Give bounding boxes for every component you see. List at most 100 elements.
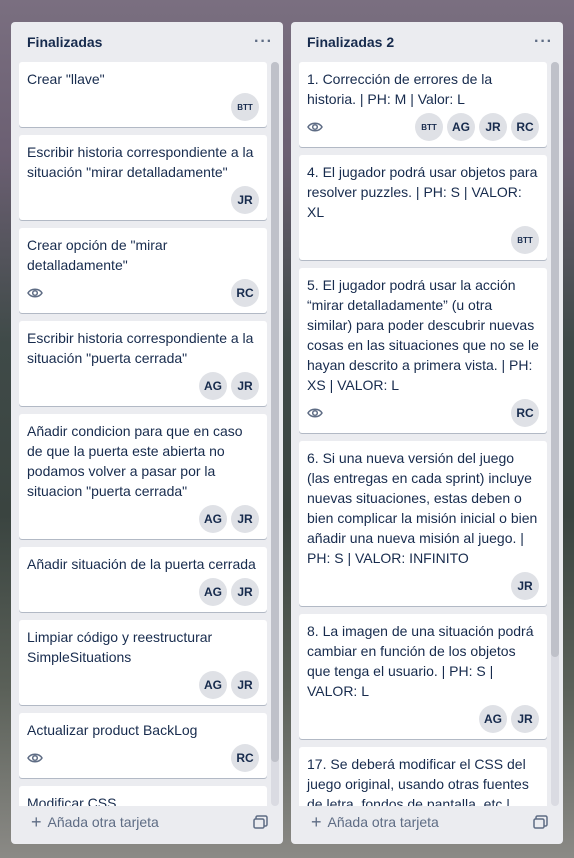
member-avatar[interactable]: AG xyxy=(447,113,475,141)
member-avatar[interactable]: AG xyxy=(479,705,507,733)
card-badges: AG JR xyxy=(307,705,539,733)
member-avatar[interactable]: JR xyxy=(479,113,507,141)
card-title: Añadir condicion para que en caso de que… xyxy=(27,423,243,499)
member-list: AG JR xyxy=(199,372,259,400)
member-avatar[interactable]: AG xyxy=(199,505,227,533)
eye-icon xyxy=(307,122,323,132)
board: Finalizadas ··· Crear "llave" BTT Escribir… xyxy=(0,0,574,858)
card[interactable]: Crear opción de "mirar detalladamente" RC xyxy=(19,228,267,313)
list-title[interactable]: Finalizadas xyxy=(27,34,102,50)
member-avatar[interactable]: BTT xyxy=(415,113,443,141)
member-avatar[interactable]: JR xyxy=(231,578,259,606)
list-menu-icon[interactable]: ··· xyxy=(254,33,273,51)
card[interactable]: Modificar CSS xyxy=(19,786,267,806)
list-header: Finalizadas 2 ··· xyxy=(291,22,563,62)
add-card-button[interactable]: + Añada otra tarjeta xyxy=(311,813,439,831)
member-avatar[interactable]: RC xyxy=(231,744,259,772)
member-list: RC xyxy=(231,744,259,772)
card-title: Limpiar código y reestructurar SimpleSit… xyxy=(27,629,213,665)
list-finalizadas: Finalizadas ··· Crear "llave" BTT Escribir… xyxy=(11,22,283,844)
member-list: BTT xyxy=(511,226,539,254)
card-badges: AG JR xyxy=(27,505,259,533)
card-title: 5. El jugador podrá usar la acción “mira… xyxy=(307,277,539,393)
card-badges: AG JR xyxy=(27,671,259,699)
member-avatar[interactable]: JR xyxy=(231,505,259,533)
card[interactable]: Crear "llave" BTT xyxy=(19,62,267,127)
card-container: Crear "llave" BTT Escribir historia corres… xyxy=(19,62,267,806)
card[interactable]: 1. Corrección de errores de la historia.… xyxy=(299,62,547,147)
card-title: Crear "llave" xyxy=(27,71,105,87)
list-finalizadas-2: Finalizadas 2 ··· 1. Corrección de error… xyxy=(291,22,563,844)
member-avatar[interactable]: AG xyxy=(199,671,227,699)
member-avatar[interactable]: AG xyxy=(199,578,227,606)
card[interactable]: 8. La imagen de una situación podrá camb… xyxy=(299,614,547,739)
card-title: Añadir situación de la puerta cerrada xyxy=(27,556,256,572)
card-title: 6. Si una nueva versión del juego (las e… xyxy=(307,450,538,566)
card-title: 8. La imagen de una situación podrá camb… xyxy=(307,623,534,699)
add-card-label: Añada otra tarjeta xyxy=(327,814,439,830)
card[interactable]: Escribir historia correspondiente a la s… xyxy=(19,321,267,406)
card[interactable]: Añadir situación de la puerta cerrada AG J… xyxy=(19,547,267,612)
card[interactable]: 5. El jugador podrá usar la acción “mira… xyxy=(299,268,547,433)
badge-row xyxy=(307,405,323,421)
card-title: Crear opción de "mirar detalladamente" xyxy=(27,237,168,273)
card-title: 4. El jugador podrá usar objetos para re… xyxy=(307,164,538,220)
add-card-button[interactable]: + Añada otra tarjeta xyxy=(31,813,159,831)
card[interactable]: Escribir historia correspondiente a la s… xyxy=(19,135,267,220)
card[interactable]: 17. Se deberá modificar el CSS del juego… xyxy=(299,747,547,806)
member-avatar[interactable]: JR xyxy=(231,372,259,400)
member-list: AG JR xyxy=(479,705,539,733)
list-title[interactable]: Finalizadas 2 xyxy=(307,34,394,50)
member-list: BTT xyxy=(231,93,259,121)
scroll-thumb[interactable] xyxy=(551,62,559,657)
card-title: 17. Se deberá modificar el CSS del juego… xyxy=(307,756,529,806)
card-title: Modificar CSS xyxy=(27,795,117,806)
list-menu-icon[interactable]: ··· xyxy=(534,33,553,51)
add-card-label: Añada otra tarjeta xyxy=(47,814,159,830)
card-container: 1. Corrección de errores de la historia.… xyxy=(299,62,547,806)
card-badges: RC xyxy=(307,399,539,427)
card-badges: RC xyxy=(27,279,259,307)
member-avatar[interactable]: RC xyxy=(511,113,539,141)
card-badges: JR xyxy=(27,186,259,214)
member-avatar[interactable]: JR xyxy=(231,671,259,699)
card-template-icon[interactable] xyxy=(253,814,269,830)
member-avatar[interactable]: BTT xyxy=(231,93,259,121)
card-badges: BTT xyxy=(307,226,539,254)
card-title: 1. Corrección de errores de la historia.… xyxy=(307,71,493,107)
member-avatar[interactable]: JR xyxy=(231,186,259,214)
card-badges: BTT xyxy=(27,93,259,121)
plus-icon: + xyxy=(311,812,322,832)
card[interactable]: Actualizar product BackLog RC xyxy=(19,713,267,778)
card-badges: AG JR xyxy=(27,372,259,400)
member-avatar[interactable]: RC xyxy=(511,399,539,427)
card[interactable]: Añadir condicion para que en caso de que… xyxy=(19,414,267,539)
member-avatar[interactable]: RC xyxy=(231,279,259,307)
member-list: JR xyxy=(511,572,539,600)
member-list: AG JR xyxy=(199,671,259,699)
card-template-icon[interactable] xyxy=(533,814,549,830)
member-avatar[interactable]: JR xyxy=(511,705,539,733)
plus-icon: + xyxy=(31,812,42,832)
member-avatar[interactable]: BTT xyxy=(511,226,539,254)
card[interactable]: 6. Si una nueva versión del juego (las e… xyxy=(299,441,547,606)
card[interactable]: Limpiar código y reestructurar SimpleSit… xyxy=(19,620,267,705)
member-list: JR xyxy=(231,186,259,214)
list-header: Finalizadas ··· xyxy=(11,22,283,62)
card-badges: JR xyxy=(307,572,539,600)
member-list: AG JR xyxy=(199,505,259,533)
card-title: Actualizar product BackLog xyxy=(27,722,198,738)
scrollbar[interactable] xyxy=(551,62,559,806)
scroll-thumb[interactable] xyxy=(271,62,279,762)
member-list: RC xyxy=(511,399,539,427)
eye-icon xyxy=(27,753,43,763)
add-card-row: + Añada otra tarjeta xyxy=(299,808,555,836)
scrollbar[interactable] xyxy=(271,62,279,806)
member-list: AG JR xyxy=(199,578,259,606)
card[interactable]: 4. El jugador podrá usar objetos para re… xyxy=(299,155,547,260)
card-title: Escribir historia correspondiente a la s… xyxy=(27,144,254,180)
member-avatar[interactable]: JR xyxy=(511,572,539,600)
member-avatar[interactable]: AG xyxy=(199,372,227,400)
add-card-row: + Añada otra tarjeta xyxy=(19,808,275,836)
member-list: BTT AG JR RC xyxy=(415,113,539,141)
